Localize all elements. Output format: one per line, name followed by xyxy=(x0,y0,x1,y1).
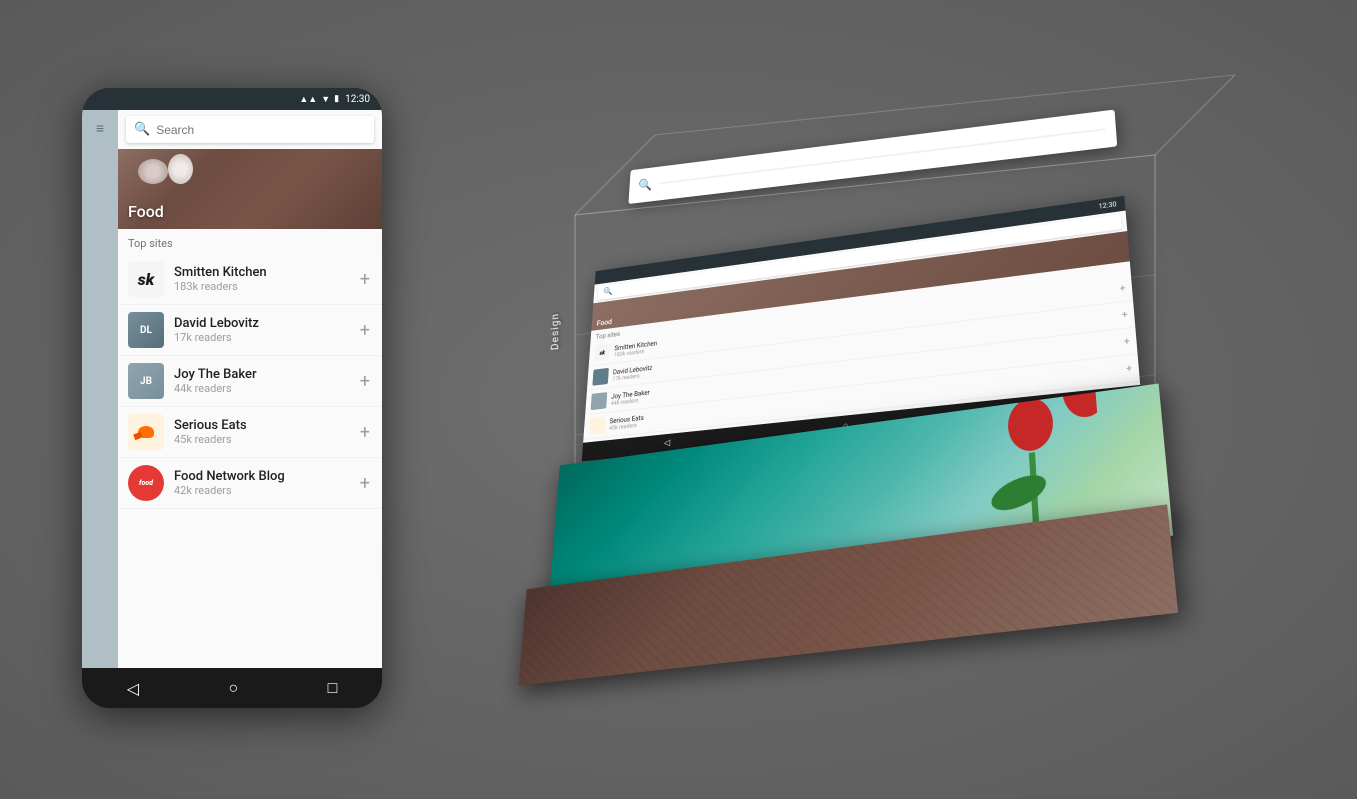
hamburger-icon[interactable]: ≡ xyxy=(96,122,104,136)
phone-mockup: ▲▲ ▼ ▮ 12:30 ≡ Mau 100 Fu 🔍 xyxy=(82,88,382,708)
site-name: Joy The Baker xyxy=(174,367,348,382)
search-bar[interactable]: 🔍 xyxy=(126,116,374,143)
site-readers: 42k readers xyxy=(174,484,348,497)
mini-search-icon: 🔍 xyxy=(603,287,613,297)
site-readers: 183k readers xyxy=(174,280,348,293)
site-info-joy: Joy The Baker 44k readers xyxy=(174,367,348,395)
mini-logo-joy xyxy=(591,392,608,410)
signal-icon: ▲▲ xyxy=(299,94,317,105)
status-bar: ▲▲ ▼ ▮ 12:30 xyxy=(82,88,382,110)
add-button[interactable]: + xyxy=(358,267,372,292)
site-readers: 45k readers xyxy=(174,433,348,446)
add-button[interactable]: + xyxy=(358,420,372,445)
layer-search-bar: 🔍 xyxy=(628,110,1117,204)
mini-time: 12:30 xyxy=(1098,201,1117,211)
search-bar-fill xyxy=(659,128,1105,184)
site-name: Smitten Kitchen xyxy=(174,265,348,280)
add-button[interactable]: + xyxy=(358,369,372,394)
site-readers: 17k readers xyxy=(174,331,348,344)
phone-screen: ≡ Mau 100 Fu 🔍 Food Top sites xyxy=(82,110,382,668)
search-icon-layer: 🔍 xyxy=(638,178,653,193)
list-item: food Food Network Blog 42k readers + xyxy=(118,458,382,509)
time-display: 12:30 xyxy=(345,94,370,105)
site-logo-sk: sk xyxy=(128,261,164,297)
site-readers: 44k readers xyxy=(174,382,348,395)
site-name: Food Network Blog xyxy=(174,469,348,484)
david-photo: DL xyxy=(128,312,164,348)
search-icon: 🔍 xyxy=(134,122,150,137)
three-d-illustration: 🔍 12:30 🔍 Food Top sites sk Smitten Kitc… xyxy=(455,55,1305,775)
home-nav-icon[interactable]: ○ xyxy=(228,678,238,698)
site-info-food-net: Food Network Blog 42k readers xyxy=(174,469,348,497)
site-logo-david: DL xyxy=(128,312,164,348)
phone-main-content: 🔍 Food Top sites sk Smitten Kitchen 183k… xyxy=(118,110,382,668)
mini-site-info: Smitten Kitchen 183k readers xyxy=(614,339,658,358)
search-input[interactable] xyxy=(156,123,366,137)
mini-site-info: Joy The Baker 44k readers xyxy=(611,389,650,407)
mini-food-label: Food xyxy=(597,318,613,328)
mini-back-icon: ◁ xyxy=(664,438,671,448)
wifi-icon: ▼ xyxy=(321,94,330,105)
joy-photo: JB xyxy=(128,363,164,399)
hero-image: Food xyxy=(118,149,382,229)
site-info-david: David Lebovitz 17k readers xyxy=(174,316,348,344)
mini-add-icon: + xyxy=(1119,283,1126,294)
site-logo-joy: JB xyxy=(128,363,164,399)
phone-sidebar: ≡ Mau 100 Fu xyxy=(82,110,118,668)
serious-eats-bird-icon xyxy=(134,420,158,444)
list-item: sk Smitten Kitchen 183k readers + xyxy=(118,254,382,305)
mini-site-info: Serious Eats 45k readers xyxy=(609,414,644,432)
site-name: David Lebovitz xyxy=(174,316,348,331)
list-item: JB Joy The Baker 44k readers + xyxy=(118,356,382,407)
site-list: sk Smitten Kitchen 183k readers + DL Dav… xyxy=(118,254,382,668)
back-nav-icon[interactable]: ◁ xyxy=(127,679,139,698)
site-name: Serious Eats xyxy=(174,418,348,433)
mini-logo-david xyxy=(592,368,609,386)
site-info-serious: Serious Eats 45k readers xyxy=(174,418,348,446)
design-tab-label: Design xyxy=(549,312,561,351)
hero-category-label: Food xyxy=(128,202,164,221)
list-item: Serious Eats 45k readers + xyxy=(118,407,382,458)
site-info-sk: Smitten Kitchen 183k readers xyxy=(174,265,348,293)
top-sites-label: Top sites xyxy=(118,229,382,254)
add-button[interactable]: + xyxy=(358,318,372,343)
recents-nav-icon[interactable]: □ xyxy=(328,678,338,698)
site-logo-serious xyxy=(128,414,164,450)
mini-site-info: David Lebovitz 17k readers xyxy=(612,364,652,382)
mini-add-icon: + xyxy=(1123,336,1130,348)
mini-logo-serious xyxy=(589,417,606,435)
mini-logo-sk: sk xyxy=(594,344,610,362)
mini-add-icon: + xyxy=(1121,309,1128,321)
site-logo-food-net: food xyxy=(128,465,164,501)
list-item: DL David Lebovitz 17k readers + xyxy=(118,305,382,356)
add-button[interactable]: + xyxy=(358,471,372,496)
battery-icon: ▮ xyxy=(334,94,339,104)
mini-add-icon: + xyxy=(1126,363,1133,375)
phone-nav-bar: ◁ ○ □ xyxy=(82,668,382,708)
